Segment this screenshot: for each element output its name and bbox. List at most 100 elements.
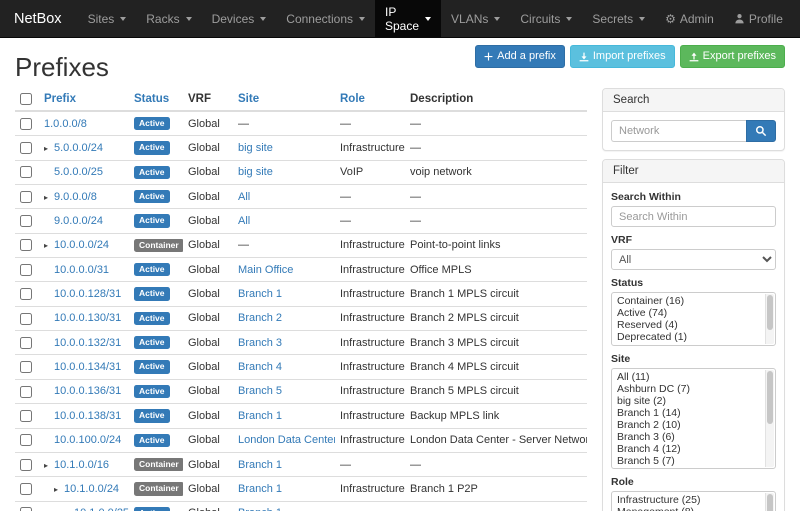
- site-link[interactable]: London Data Center: [238, 434, 335, 446]
- listbox-option[interactable]: Branch 4 (12): [612, 443, 775, 455]
- site-listbox[interactable]: All (11)Ashburn DC (7)big site (2)Branch…: [611, 368, 776, 469]
- expand-arrow-icon[interactable]: ▸: [44, 144, 54, 153]
- site-link[interactable]: Branch 4: [238, 361, 282, 373]
- prefix-link[interactable]: 10.1.0.0/25: [74, 507, 129, 511]
- listbox-option[interactable]: Branch 1 (14): [612, 407, 775, 419]
- row-checkbox[interactable]: [20, 483, 32, 495]
- listbox-option[interactable]: Infrastructure (25): [612, 494, 775, 506]
- site-link[interactable]: All: [238, 191, 250, 203]
- prefix-link[interactable]: 10.1.0.0/16: [54, 459, 109, 471]
- listbox-option[interactable]: All (11): [612, 371, 775, 383]
- prefix-link[interactable]: 10.1.0.0/24: [64, 483, 119, 495]
- scrollbar-thumb[interactable]: [767, 371, 773, 424]
- expand-arrow-icon[interactable]: ▸: [54, 485, 64, 494]
- select-all-checkbox[interactable]: [20, 93, 32, 105]
- site-link[interactable]: Main Office: [238, 264, 293, 276]
- expand-arrow-icon[interactable]: ▸: [44, 241, 54, 250]
- row-checkbox[interactable]: [20, 459, 32, 471]
- add-prefix-button[interactable]: Add a prefix: [475, 45, 565, 68]
- vrf-select[interactable]: All: [611, 249, 776, 270]
- nav-connections[interactable]: Connections: [276, 0, 375, 37]
- status-listbox[interactable]: Container (16)Active (74)Reserved (4)Dep…: [611, 292, 776, 346]
- row-checkbox[interactable]: [20, 264, 32, 276]
- row-checkbox[interactable]: [20, 191, 32, 203]
- prefix-link[interactable]: 10.0.0.138/31: [54, 410, 121, 422]
- prefix-link[interactable]: 9.0.0.0/24: [54, 215, 103, 227]
- prefix-link[interactable]: 5.0.0.0/25: [54, 166, 103, 178]
- site-link[interactable]: Branch 5: [238, 385, 282, 397]
- site-link[interactable]: Branch 1: [238, 410, 282, 422]
- prefix-link[interactable]: 10.0.0.0/31: [54, 264, 109, 276]
- column-header-site[interactable]: Site: [238, 93, 259, 105]
- prefix-link[interactable]: 10.0.100.0/24: [54, 434, 121, 446]
- row-checkbox[interactable]: [20, 507, 32, 511]
- site-link[interactable]: All: [238, 215, 250, 227]
- prefix-link[interactable]: 9.0.0.0/8: [54, 191, 97, 203]
- site-link[interactable]: Branch 3: [238, 337, 282, 349]
- prefix-link[interactable]: 10.0.0.128/31: [54, 288, 121, 300]
- row-checkbox[interactable]: [20, 410, 32, 422]
- nav-racks[interactable]: Racks: [136, 0, 201, 37]
- import-prefixes-button[interactable]: Import prefixes: [570, 45, 675, 68]
- listbox-option[interactable]: COLO 1 (4): [612, 467, 775, 469]
- listbox-option[interactable]: Deprecated (1): [612, 331, 775, 343]
- prefix-link[interactable]: 10.0.0.130/31: [54, 312, 121, 324]
- nav-secrets[interactable]: Secrets: [582, 0, 655, 37]
- listbox-option[interactable]: big site (2): [612, 395, 775, 407]
- nav-profile[interactable]: Profile: [724, 0, 793, 37]
- row-checkbox[interactable]: [20, 166, 32, 178]
- prefix-link[interactable]: 10.0.0.136/31: [54, 385, 121, 397]
- row-checkbox[interactable]: [20, 386, 32, 398]
- listbox-option[interactable]: Branch 5 (7): [612, 455, 775, 467]
- site-link[interactable]: big site: [238, 142, 273, 154]
- nav-vlans[interactable]: VLANs: [441, 0, 510, 37]
- scrollbar-thumb[interactable]: [767, 295, 773, 330]
- prefix-link[interactable]: 10.0.0.0/24: [54, 239, 109, 251]
- role-listbox[interactable]: Infrastructure (25)Management (8)Private…: [611, 491, 776, 511]
- prefix-link[interactable]: 5.0.0.0/24: [54, 142, 103, 154]
- search-button[interactable]: [746, 120, 776, 142]
- expand-arrow-icon[interactable]: ▸: [44, 461, 54, 470]
- search-within-input[interactable]: [611, 206, 776, 227]
- expand-arrow-icon[interactable]: ▸: [44, 193, 54, 202]
- export-prefixes-button[interactable]: Export prefixes: [680, 45, 785, 68]
- listbox-option[interactable]: Branch 3 (6): [612, 431, 775, 443]
- row-checkbox[interactable]: [20, 239, 32, 251]
- nav-circuits[interactable]: Circuits: [510, 0, 582, 37]
- scrollbar[interactable]: [765, 493, 774, 511]
- row-checkbox[interactable]: [20, 337, 32, 349]
- scrollbar[interactable]: [765, 294, 774, 344]
- nav-admin[interactable]: ⚙ Admin: [655, 0, 724, 37]
- prefix-link[interactable]: 1.0.0.0/8: [44, 118, 87, 130]
- listbox-option[interactable]: Branch 2 (10): [612, 419, 775, 431]
- nav-devices[interactable]: Devices: [202, 0, 277, 37]
- nav-logout[interactable]: Log out: [793, 0, 800, 37]
- row-checkbox[interactable]: [20, 215, 32, 227]
- column-header-prefix[interactable]: Prefix: [44, 93, 76, 105]
- prefix-link[interactable]: 10.0.0.134/31: [54, 361, 121, 373]
- site-link[interactable]: Branch 1: [238, 507, 282, 511]
- site-link[interactable]: Branch 1: [238, 288, 282, 300]
- site-link[interactable]: Branch 2: [238, 312, 282, 324]
- scrollbar-thumb[interactable]: [767, 494, 773, 511]
- row-checkbox[interactable]: [20, 361, 32, 373]
- row-checkbox[interactable]: [20, 118, 32, 130]
- row-checkbox[interactable]: [20, 288, 32, 300]
- site-link[interactable]: Branch 1: [238, 483, 282, 495]
- site-link[interactable]: big site: [238, 166, 273, 178]
- prefix-link[interactable]: 10.0.0.132/31: [54, 337, 121, 349]
- listbox-option[interactable]: Management (8): [612, 506, 775, 511]
- row-checkbox[interactable]: [20, 142, 32, 154]
- site-link[interactable]: Branch 1: [238, 459, 282, 471]
- column-header-status[interactable]: Status: [134, 93, 169, 105]
- scrollbar[interactable]: [765, 370, 774, 467]
- listbox-option[interactable]: Reserved (4): [612, 319, 775, 331]
- column-header-role[interactable]: Role: [340, 93, 365, 105]
- row-checkbox[interactable]: [20, 434, 32, 446]
- listbox-option[interactable]: Ashburn DC (7): [612, 383, 775, 395]
- search-input[interactable]: [611, 120, 746, 142]
- listbox-option[interactable]: Container (16): [612, 295, 775, 307]
- listbox-option[interactable]: Active (74): [612, 307, 775, 319]
- brand-link[interactable]: NetBox: [14, 0, 62, 37]
- row-checkbox[interactable]: [20, 313, 32, 325]
